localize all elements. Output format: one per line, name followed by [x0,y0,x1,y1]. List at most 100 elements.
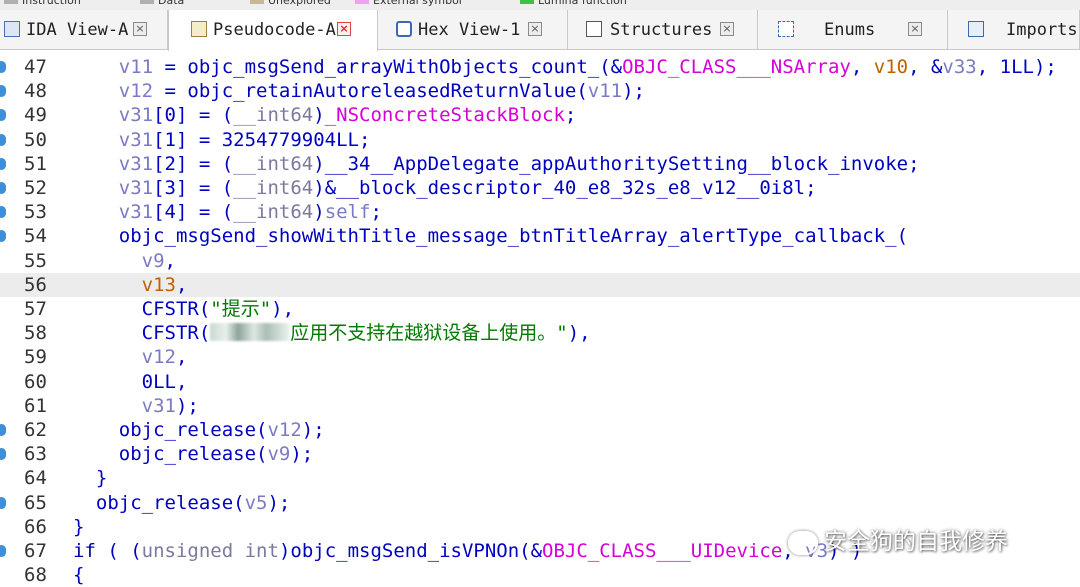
code-text: CFSTR(应用不支持在越狱设备上使用。"), [73,321,591,345]
close-tab-icon[interactable]: × [908,22,922,36]
breakpoint-marker-icon[interactable] [0,85,6,98]
tab-label: Structures [610,20,713,40]
breakpoint-marker-icon[interactable] [0,230,6,243]
code-token: { [73,564,85,587]
legend-swatch [140,0,154,4]
tab-structures[interactable]: Structures × [568,10,758,50]
code-token: [1] = 3254779904LL; [153,128,371,151]
code-text: objc_release(v9); [73,442,314,466]
line-number: 65 [24,491,47,514]
code-token: OBJC_CLASS___UIDevice [542,540,783,562]
code-line[interactable]: 55 v9, [0,249,1080,273]
breakpoint-marker-icon[interactable] [0,61,6,73]
code-text: v31[2] = (__int64)__34__AppDelegate_appA… [73,152,920,176]
code-line[interactable]: 59 v12, [0,345,1080,369]
code-line[interactable]: 57 CFSTR("提示"), [0,297,1080,321]
code-token: ); [622,80,645,103]
code-text: } [73,466,107,490]
code-token: ); [290,443,314,466]
code-token: ), [271,298,295,320]
code-token: v10 [873,56,909,78]
structures-icon [586,21,602,37]
code-line[interactable]: 63 objc_release(v9); [0,442,1080,466]
code-token: [0] = ( [153,104,234,127]
pseudocode-icon [191,21,207,37]
close-tab-icon[interactable]: × [133,22,147,36]
line-number: 49 [24,104,47,127]
code-text: v31[1] = 3254779904LL; [73,128,371,152]
tab-enums[interactable]: Enums × [758,10,948,50]
code-token: ); [175,394,199,417]
legend-item: Unexplored [250,0,331,7]
close-tab-icon[interactable]: × [337,22,351,36]
code-token: ), [567,322,591,345]
code-line[interactable]: 51 v31[2] = (__int64)__34__AppDelegate_a… [0,152,1080,176]
breakpoint-marker-icon[interactable] [0,545,6,557]
code-text: v9, [73,249,176,273]
breakpoint-marker-icon[interactable] [0,182,6,194]
code-token: v31 [141,394,176,417]
enums-icon [778,21,794,37]
code-token: ) [313,201,325,224]
close-tab-icon[interactable]: × [720,22,734,36]
code-token: 0LL, [73,370,188,393]
code-token: [4] = ( [153,201,234,224]
hex-view-icon [396,21,412,37]
code-token: v31 [118,104,154,127]
code-line[interactable]: 64 } [0,466,1080,490]
legend-item: Instruction [4,0,81,7]
code-token: __int64 [233,201,314,224]
code-line[interactable]: 61 v31); [0,394,1080,418]
code-line[interactable]: 65 objc_release(v5); [0,491,1080,515]
tab-bar: IDA View-A × Pseudocode-A × Hex View-1 × Struc… [0,10,1080,51]
breakpoint-marker-icon[interactable] [0,424,6,436]
code-line[interactable]: 68 { [0,563,1080,587]
line-number: 55 [24,249,47,272]
code-line[interactable]: 60 0LL, [0,370,1080,394]
tab-pseudocode[interactable]: Pseudocode-A × [168,10,378,51]
code-text: 0LL, [73,370,188,394]
breakpoint-marker-icon[interactable] [0,157,6,170]
code-token: ) [313,104,325,127]
code-text: objc_release(v5); [73,491,291,515]
tab-label: IDA View-A [26,20,129,40]
breakpoint-marker-icon[interactable] [0,109,6,122]
tab-label: Enums [824,20,876,40]
code-text: v31[3] = (__int64)&__block_descriptor_40… [73,176,817,200]
watermark: 安全狗的自我修养 [788,522,1008,556]
tab-imports[interactable]: Imports [948,10,1080,50]
tab-hex-view[interactable]: Hex View-1 × [378,10,568,50]
code-line[interactable]: 50 v31[1] = 3254779904LL; [0,128,1080,152]
code-line[interactable]: 48 v12 = objc_retainAutoreleasedReturnVa… [0,79,1080,103]
code-token: v11 [118,56,154,78]
code-text: v12, [73,345,188,369]
line-number: 64 [24,467,47,490]
breakpoint-marker-icon[interactable] [0,496,6,509]
pseudocode-view[interactable]: 47 v11 = objc_msgSend_arrayWithObjects_c… [0,55,1080,587]
code-token: )&__block_descriptor_40_e8_32s_e8_v12__0… [313,177,817,199]
line-number: 60 [24,370,47,393]
legend-label: Data [158,0,185,7]
code-line[interactable]: 58 CFSTR(应用不支持在越狱设备上使用。"), [0,321,1080,345]
tab-ida-view[interactable]: IDA View-A × [0,10,168,50]
close-tab-icon[interactable]: × [528,22,542,36]
breakpoint-marker-icon[interactable] [0,206,6,219]
code-line[interactable]: 54 objc_msgSend_showWithTitle_message_bt… [0,224,1080,248]
code-line[interactable]: 49 v31[0] = (__int64)_NSConcreteStackBlo… [0,103,1080,127]
line-number: 68 [24,564,47,587]
code-token: __int64 [233,177,314,199]
code-text: v12 = objc_retainAutoreleasedReturnValue… [73,79,645,103]
breakpoint-marker-icon[interactable] [0,133,6,146]
code-line[interactable]: 62 objc_release(v12); [0,418,1080,442]
code-token: v31 [118,128,154,151]
code-line[interactable]: 47 v11 = objc_msgSend_arrayWithObjects_c… [0,55,1080,79]
legend-swatch [355,0,369,4]
legend-label: Instruction [22,0,81,7]
code-token: if [73,540,96,562]
code-line[interactable]: 53 v31[4] = (__int64)self; [0,200,1080,224]
code-token: )objc_msgSend_isVPNOn(& [278,540,543,562]
code-line[interactable]: 52 v31[3] = (__int64)&__block_descriptor… [0,176,1080,200]
code-line[interactable]: 56 v13, [0,272,1080,297]
breakpoint-marker-icon[interactable] [0,448,6,461]
